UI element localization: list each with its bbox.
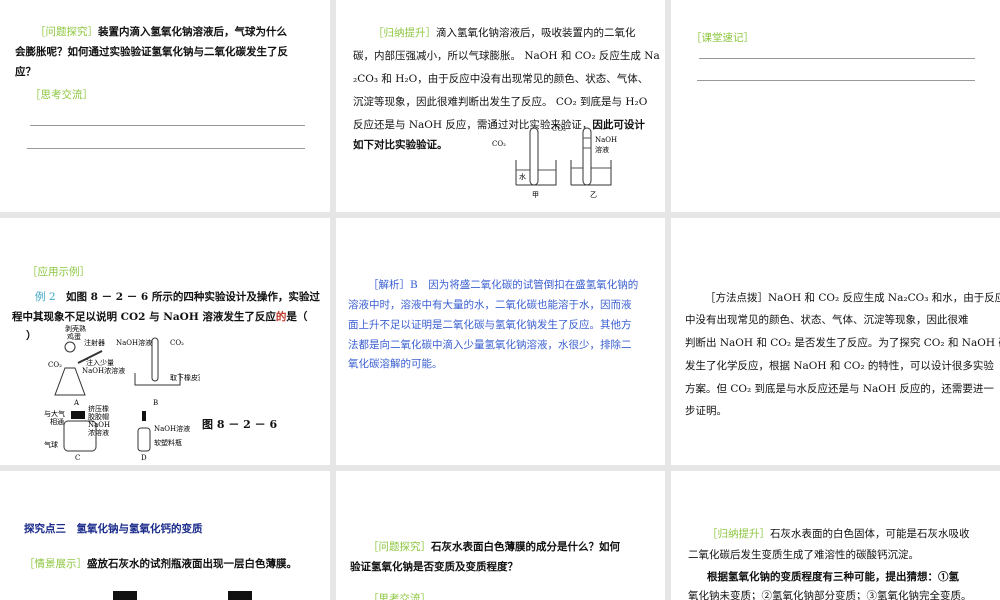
slide-1[interactable]: ［问题探究］装置内滴入氢氧化钠溶液后，气球为什么 会膨胀呢？如何通过实验验证氢氧… xyxy=(0,0,330,212)
slide-6[interactable]: ［方法点拨］NaOH 和 CO₂ 反应生成 Na₂CO₃ 和水，由于反应 中没有… xyxy=(671,218,1000,465)
fig-label: NaOH xyxy=(88,421,110,429)
summary-line-2: 二氧化碳后发生变质生成了难溶性的碳酸钙沉淀。 xyxy=(688,549,919,561)
answer-line[interactable] xyxy=(30,125,305,126)
fig-label: 剥壳熟 xyxy=(65,324,86,333)
example-line-1: 例 2 如图 8 － 2 － 6 所示的四种实验设计及操作，实验过 xyxy=(15,290,320,304)
summary-line-1: ［归纳提升］石灰水表面的白色固体，可能是石灰水吸收 xyxy=(707,527,970,541)
method-line-3: 判断出 NaOH 和 CO₂ 是否发生了反应。为了探究 CO₂ 和 NaOH 确… xyxy=(685,337,1000,349)
slide-3[interactable]: ［课堂速记］ xyxy=(671,0,1000,212)
question-line-1: ［问题探究］装置内滴入氢氧化钠溶液后，气球为什么 xyxy=(15,25,287,39)
notes-tag: ［课堂速记］ xyxy=(691,32,754,44)
method-line-4: 发生了化学反应，根据 NaOH 和 CO₂ 的特性，可以设计很多实验 xyxy=(685,360,994,372)
summary-line-3: ₂CO₃ 和 H₂O，由于反应中没有出现常见的颜色、状态、气体、 xyxy=(353,73,649,85)
analysis-line-1: ［解析］B 因为将盛二氧化碳的试管倒扣在盛氢氧化钠的 xyxy=(368,279,639,291)
fig-label: 水 xyxy=(519,172,526,181)
fig-label: CO₂ xyxy=(552,125,566,133)
summary-line-4: 氧化钠未变质；②氢氧化钠部分变质；③氢氧化钠完全变质。 xyxy=(688,590,972,600)
example-line-2: 程中其现象不足以说明 CO2 与 NaOH 溶液发生了反应的是（ xyxy=(12,310,307,324)
question-line-1: ［问题探究］石灰水表面白色薄膜的成分是什么？如何 xyxy=(368,540,620,554)
summary-line-2: 碳，内部压强减小，所以气球膨胀。 NaOH 和 CO₂ 反应生成 Na xyxy=(353,50,660,62)
summary-tag: ［归纳提升］ xyxy=(707,528,770,540)
comparison-diagram: CO₂ 水 甲 CO₂ NaOH 溶液 乙 xyxy=(492,125,617,199)
example-line-3: ） xyxy=(26,330,37,342)
fig-label: NaOH溶液 xyxy=(116,338,152,347)
analysis-line-4: 法都是向二氧化碳中滴入少量氢氧化钠溶液，水很少，排除二 xyxy=(348,339,632,351)
text: 的 xyxy=(275,311,287,323)
slide-7[interactable]: 探究点三 氢氧化钠与氢氧化钙的变质 ［情景展示］盛放石灰水的试剂瓶液面出现一层白… xyxy=(0,471,330,600)
summary-tag: ［归纳提升］ xyxy=(373,27,436,39)
method-line-5: 方案。但 CO₂ 到底是与水反应还是与 NaOH 反应的，还需要进一 xyxy=(685,383,994,395)
summary-line-3: 根据氢氧化钠的变质程度有三种可能，提出猜想：①氢 xyxy=(707,571,959,583)
method-line-2: 中没有出现常见的颜色、状态、气体、沉淀等现象，因此很难 xyxy=(685,314,969,326)
fig-label: CO₂ xyxy=(170,339,184,347)
analysis-line-2: 溶液中时，溶液中有大量的水，二氧化碳也能溶于水，因而液 xyxy=(348,299,632,311)
summary-line-4: 沉淀等现象，因此很难判断出发生了反应。 CO₂ 到底是与 H₂O xyxy=(353,96,648,108)
question-line-3: 应？ xyxy=(15,66,36,78)
slide-8[interactable]: ［问题探究］石灰水表面白色薄膜的成分是什么？如何 验证氢氧化钠是否变质及变质程度… xyxy=(336,471,665,600)
fig-label: 浓溶液 xyxy=(88,428,109,437)
slide-2[interactable]: ［归纳提升］滴入氢氧化钠溶液后，吸收装置内的二氧化 碳，内部压强减小，所以气球膨… xyxy=(336,0,665,212)
discussion-tag: ［思考交流］ xyxy=(30,89,93,101)
fig-label: NaOH xyxy=(595,136,617,144)
analysis-line-3: 面上升不足以证明是二氧化碳与氢氧化钠发生了反应。其他方 xyxy=(348,319,632,331)
question-line-2: 会膨胀呢？如何通过实验验证氢氧化钠与二氧化碳发生了反 xyxy=(15,46,288,58)
bottle-cap-image xyxy=(228,591,252,600)
fig-label: D xyxy=(141,454,147,462)
fig-label: A xyxy=(73,399,80,407)
fig-label: 相通 xyxy=(50,417,64,426)
fig-label: 鸡蛋 xyxy=(67,332,81,341)
text: 程中其现象不足以说明 CO2 与 NaOH 溶液发生了反应 xyxy=(12,311,276,323)
fig-label: C xyxy=(75,454,80,462)
fig-label: 胶胶帽 xyxy=(88,412,109,421)
method-line-6: 步证明。 xyxy=(685,405,727,417)
question-line-2: 验证氢氧化钠是否变质及变质程度？ xyxy=(350,561,518,573)
fig-label: 溶液 xyxy=(595,145,609,154)
section-heading: 探究点三 氢氧化钠与氢氧化钙的变质 xyxy=(24,523,203,535)
text: 如图 8 － 2 － 6 所示的四种实验设计及操作，实验过 xyxy=(66,291,320,303)
fig-label: 注入少量 xyxy=(86,358,114,367)
example-number: 例 2 xyxy=(35,291,56,303)
fig-label: B xyxy=(153,399,158,407)
slide-4[interactable]: ［应用示例］ 例 2 如图 8 － 2 － 6 所示的四种实验设计及操作，实验过… xyxy=(0,218,330,465)
text: 石灰水表面的白色固体，可能是石灰水吸收 xyxy=(770,528,970,540)
fig-label: 挤压橡 xyxy=(88,404,109,413)
question-tag: ［问题探究］ xyxy=(368,541,431,553)
experiment-diagrams: 剥壳熟 鸡蛋 注射器 注入少量 NaOH浓溶液 CO₂ A NaOH溶液 CO₂… xyxy=(44,324,200,462)
fig-label: CO₂ xyxy=(48,361,62,369)
text: 是（ xyxy=(286,311,308,323)
slide-9[interactable]: ［归纳提升］石灰水表面的白色固体，可能是石灰水吸收 二氧化碳后发生变质生成了难溶… xyxy=(671,471,1000,600)
fig-label: 取下橡皮塞 xyxy=(170,373,200,382)
summary-line-1: ［归纳提升］滴入氢氧化钠溶液后，吸收装置内的二氧化 xyxy=(353,26,636,40)
text: 盛放石灰水的试剂瓶液面出现一层白色薄膜。 xyxy=(87,558,297,570)
text: 石灰水表面白色薄膜的成分是什么？如何 xyxy=(431,541,620,553)
fig-label: NaOH浓溶液 xyxy=(82,366,125,375)
analysis-line-5: 氧化碳溶解的可能。 xyxy=(348,358,443,370)
fig-label: 甲 xyxy=(532,191,539,199)
fig-label: CO₂ xyxy=(492,140,506,148)
slide-5[interactable]: ［解析］B 因为将盛二氧化碳的试管倒扣在盛氢氧化钠的 溶液中时，溶液中有大量的水… xyxy=(336,218,665,465)
scenario-tag: ［情景展示］ xyxy=(24,558,87,570)
bottle-cap-image xyxy=(113,591,137,600)
notes-line[interactable] xyxy=(699,58,975,59)
example-tag: ［应用示例］ xyxy=(27,266,90,278)
scenario-line: ［情景展示］盛放石灰水的试剂瓶液面出现一层白色薄膜。 xyxy=(24,557,297,571)
answer-line[interactable] xyxy=(27,148,305,149)
question-tag: ［问题探究］ xyxy=(35,26,98,38)
fig-label: 乙 xyxy=(590,191,597,199)
fig-label: NaOH溶液 xyxy=(154,424,190,433)
notes-line[interactable] xyxy=(697,80,975,81)
text: 装置内滴入氢氧化钠溶液后，气球为什么 xyxy=(98,26,287,38)
text: 滴入氢氧化钠溶液后，吸收装置内的二氧化 xyxy=(436,27,636,39)
summary-line-6: 如下对比实验验证。 xyxy=(353,139,448,151)
method-line-1: ［方法点拨］NaOH 和 CO₂ 反应生成 Na₂CO₃ 和水，由于反应 xyxy=(705,292,1000,304)
fig-label: 气球 xyxy=(44,440,58,449)
fig-label: 软塑料瓶 xyxy=(154,438,182,447)
fig-label: 注射器 xyxy=(84,338,105,347)
fig-label: 与大气 xyxy=(44,409,65,418)
figure-caption: 图 8 － 2 － 6 xyxy=(202,418,278,431)
discussion-tag: ［思考交流］ xyxy=(368,593,431,600)
